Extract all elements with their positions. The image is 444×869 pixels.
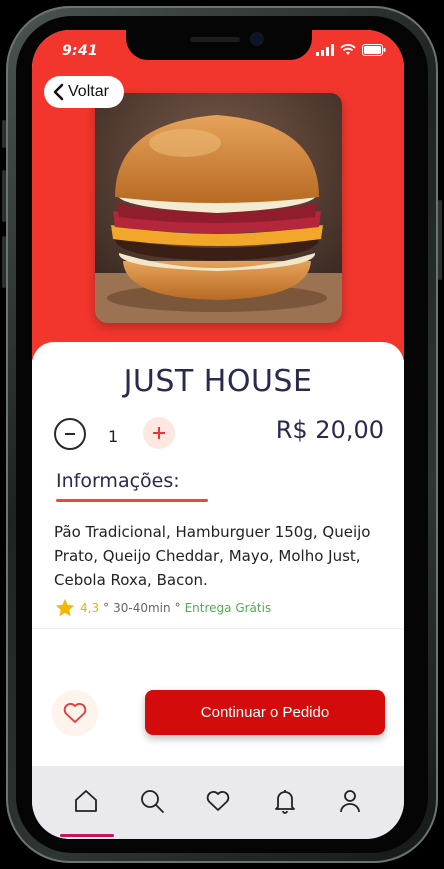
power-button	[438, 200, 442, 280]
continue-order-button[interactable]: Continuar o Pedido	[145, 690, 385, 735]
bell-icon	[275, 790, 295, 814]
back-label: Voltar	[68, 83, 109, 100]
info-heading: Informações:	[56, 470, 180, 492]
delivery-time: 30-40min	[113, 601, 171, 615]
tab-favorites[interactable]	[203, 786, 233, 816]
wifi-icon	[340, 44, 356, 55]
status-time: 9:41	[62, 43, 99, 59]
favorite-button[interactable]	[52, 690, 98, 736]
minus-icon	[65, 433, 75, 435]
product-card: JUST HOUSE 1 R$ 20,00 Informações: Pão T…	[32, 342, 404, 772]
volume-down-button	[2, 236, 6, 288]
product-photo	[95, 93, 342, 323]
home-icon	[75, 790, 97, 812]
plus-icon	[153, 427, 165, 439]
decrease-quantity-button[interactable]	[54, 418, 86, 450]
speaker	[190, 37, 240, 42]
status-icons	[316, 44, 386, 56]
tab-profile[interactable]	[335, 786, 365, 816]
meta-separator: °	[103, 601, 110, 615]
active-tab-indicator	[60, 834, 114, 837]
signal-icon	[316, 44, 334, 56]
heart-icon	[206, 791, 230, 811]
product-name: JUST HOUSE	[123, 364, 313, 399]
silent-switch	[2, 120, 6, 148]
user-icon	[340, 790, 360, 813]
notch	[126, 30, 312, 60]
app-screen: 9:41 Voltar JUST HOUSE 1 R$ 20,00 Inform…	[32, 30, 404, 839]
burger-image	[95, 93, 342, 323]
product-meta: 4,3 ° 30-40min ° Entrega Grátis	[54, 597, 271, 619]
product-price: R$ 20,00	[275, 416, 384, 444]
star-icon	[55, 598, 75, 617]
divider	[32, 628, 404, 629]
delivery-fee: Entrega Grátis	[184, 601, 272, 615]
search-icon	[141, 790, 164, 813]
quantity-value: 1	[108, 427, 119, 446]
tab-home[interactable]	[71, 786, 101, 816]
rating-value: 4,3	[80, 601, 100, 615]
tab-notifications[interactable]	[270, 786, 300, 816]
chevron-left-icon	[53, 83, 64, 101]
product-description: Pão Tradicional, Hamburguer 150g, Queijo…	[54, 523, 371, 589]
info-underline	[56, 499, 208, 502]
tab-search[interactable]	[137, 786, 167, 816]
camera	[252, 34, 262, 44]
back-button[interactable]: Voltar	[44, 76, 124, 108]
volume-up-button	[2, 170, 6, 222]
battery-icon	[362, 44, 386, 56]
bottom-tab-bar	[32, 766, 404, 839]
meta-separator: °	[174, 601, 181, 615]
increase-quantity-button[interactable]	[143, 417, 175, 449]
hero-background: 9:41 Voltar	[32, 30, 404, 360]
heart-outline-icon	[63, 703, 87, 723]
